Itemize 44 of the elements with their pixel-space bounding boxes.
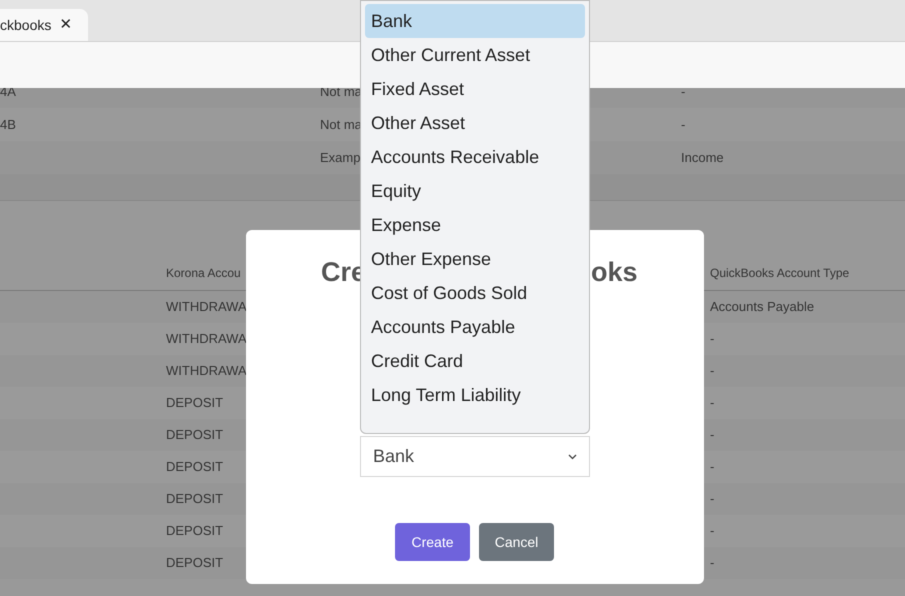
- dropdown-option[interactable]: Expense: [365, 208, 585, 242]
- table-cell-text: -: [710, 554, 714, 572]
- dropdown-option[interactable]: Accounts Payable: [365, 310, 585, 344]
- table-cell-text: DEPOSIT: [166, 490, 224, 508]
- dropdown-option[interactable]: Equity: [365, 174, 585, 208]
- dropdown-option[interactable]: Fixed Asset: [365, 72, 585, 106]
- table-cell-text: -: [681, 116, 686, 134]
- table-cell-text: -: [710, 522, 714, 540]
- table-cell-text: WITHDRAWA: [166, 330, 247, 348]
- table-cell-text: DEPOSIT: [166, 522, 224, 540]
- table-cell-text: -: [710, 394, 714, 412]
- browser-tab[interactable]: ckbooks ✕: [0, 9, 88, 41]
- table-cell-text: DEPOSIT: [166, 394, 224, 412]
- table-cell-text: DEPOSIT: [166, 426, 224, 444]
- table-cell-text: -: [710, 426, 714, 444]
- dropdown-option[interactable]: Credit Card: [365, 344, 585, 378]
- dropdown-option[interactable]: Other Expense: [365, 242, 585, 276]
- dropdown-option[interactable]: Other Asset: [365, 106, 585, 140]
- table-cell-text: -: [710, 362, 714, 380]
- account-type-select[interactable]: Bank: [360, 436, 590, 477]
- dialog-button[interactable]: Create: [395, 523, 470, 561]
- table-cell-text: -: [710, 490, 714, 508]
- dialog-button[interactable]: Cancel: [479, 523, 554, 561]
- table-cell-text: -: [710, 330, 714, 348]
- dialog-title: oks: [591, 256, 638, 289]
- table-cell-text: Examp: [320, 148, 360, 167]
- dropdown-option[interactable]: Accounts Receivable: [365, 140, 585, 174]
- table-cell-text: DEPOSIT: [166, 554, 224, 572]
- table-cell-text: DEPOSIT: [166, 458, 224, 476]
- dropdown-option[interactable]: Cost of Goods Sold: [365, 276, 585, 310]
- dropdown-option[interactable]: Bank: [365, 4, 585, 38]
- table-cell-text: Accounts Payable: [710, 298, 814, 316]
- table-cell-text: Income: [681, 148, 724, 167]
- column-header: QuickBooks Account Type: [710, 265, 850, 282]
- table-cell-text: 4B: [0, 116, 16, 134]
- table-cell-text: WITHDRAWA: [166, 298, 247, 316]
- table-cell-text: -: [681, 82, 686, 101]
- dropdown-option[interactable]: Long Term Liability: [365, 378, 585, 412]
- column-header: Korona Accou: [166, 265, 241, 282]
- chevron-down-icon: [568, 454, 577, 460]
- table-cell-text: -: [710, 458, 714, 476]
- dropdown-option[interactable]: Other Current Asset: [365, 38, 585, 72]
- table-cell-text: WITHDRAWA: [166, 362, 247, 380]
- close-icon[interactable]: ✕: [59, 14, 72, 36]
